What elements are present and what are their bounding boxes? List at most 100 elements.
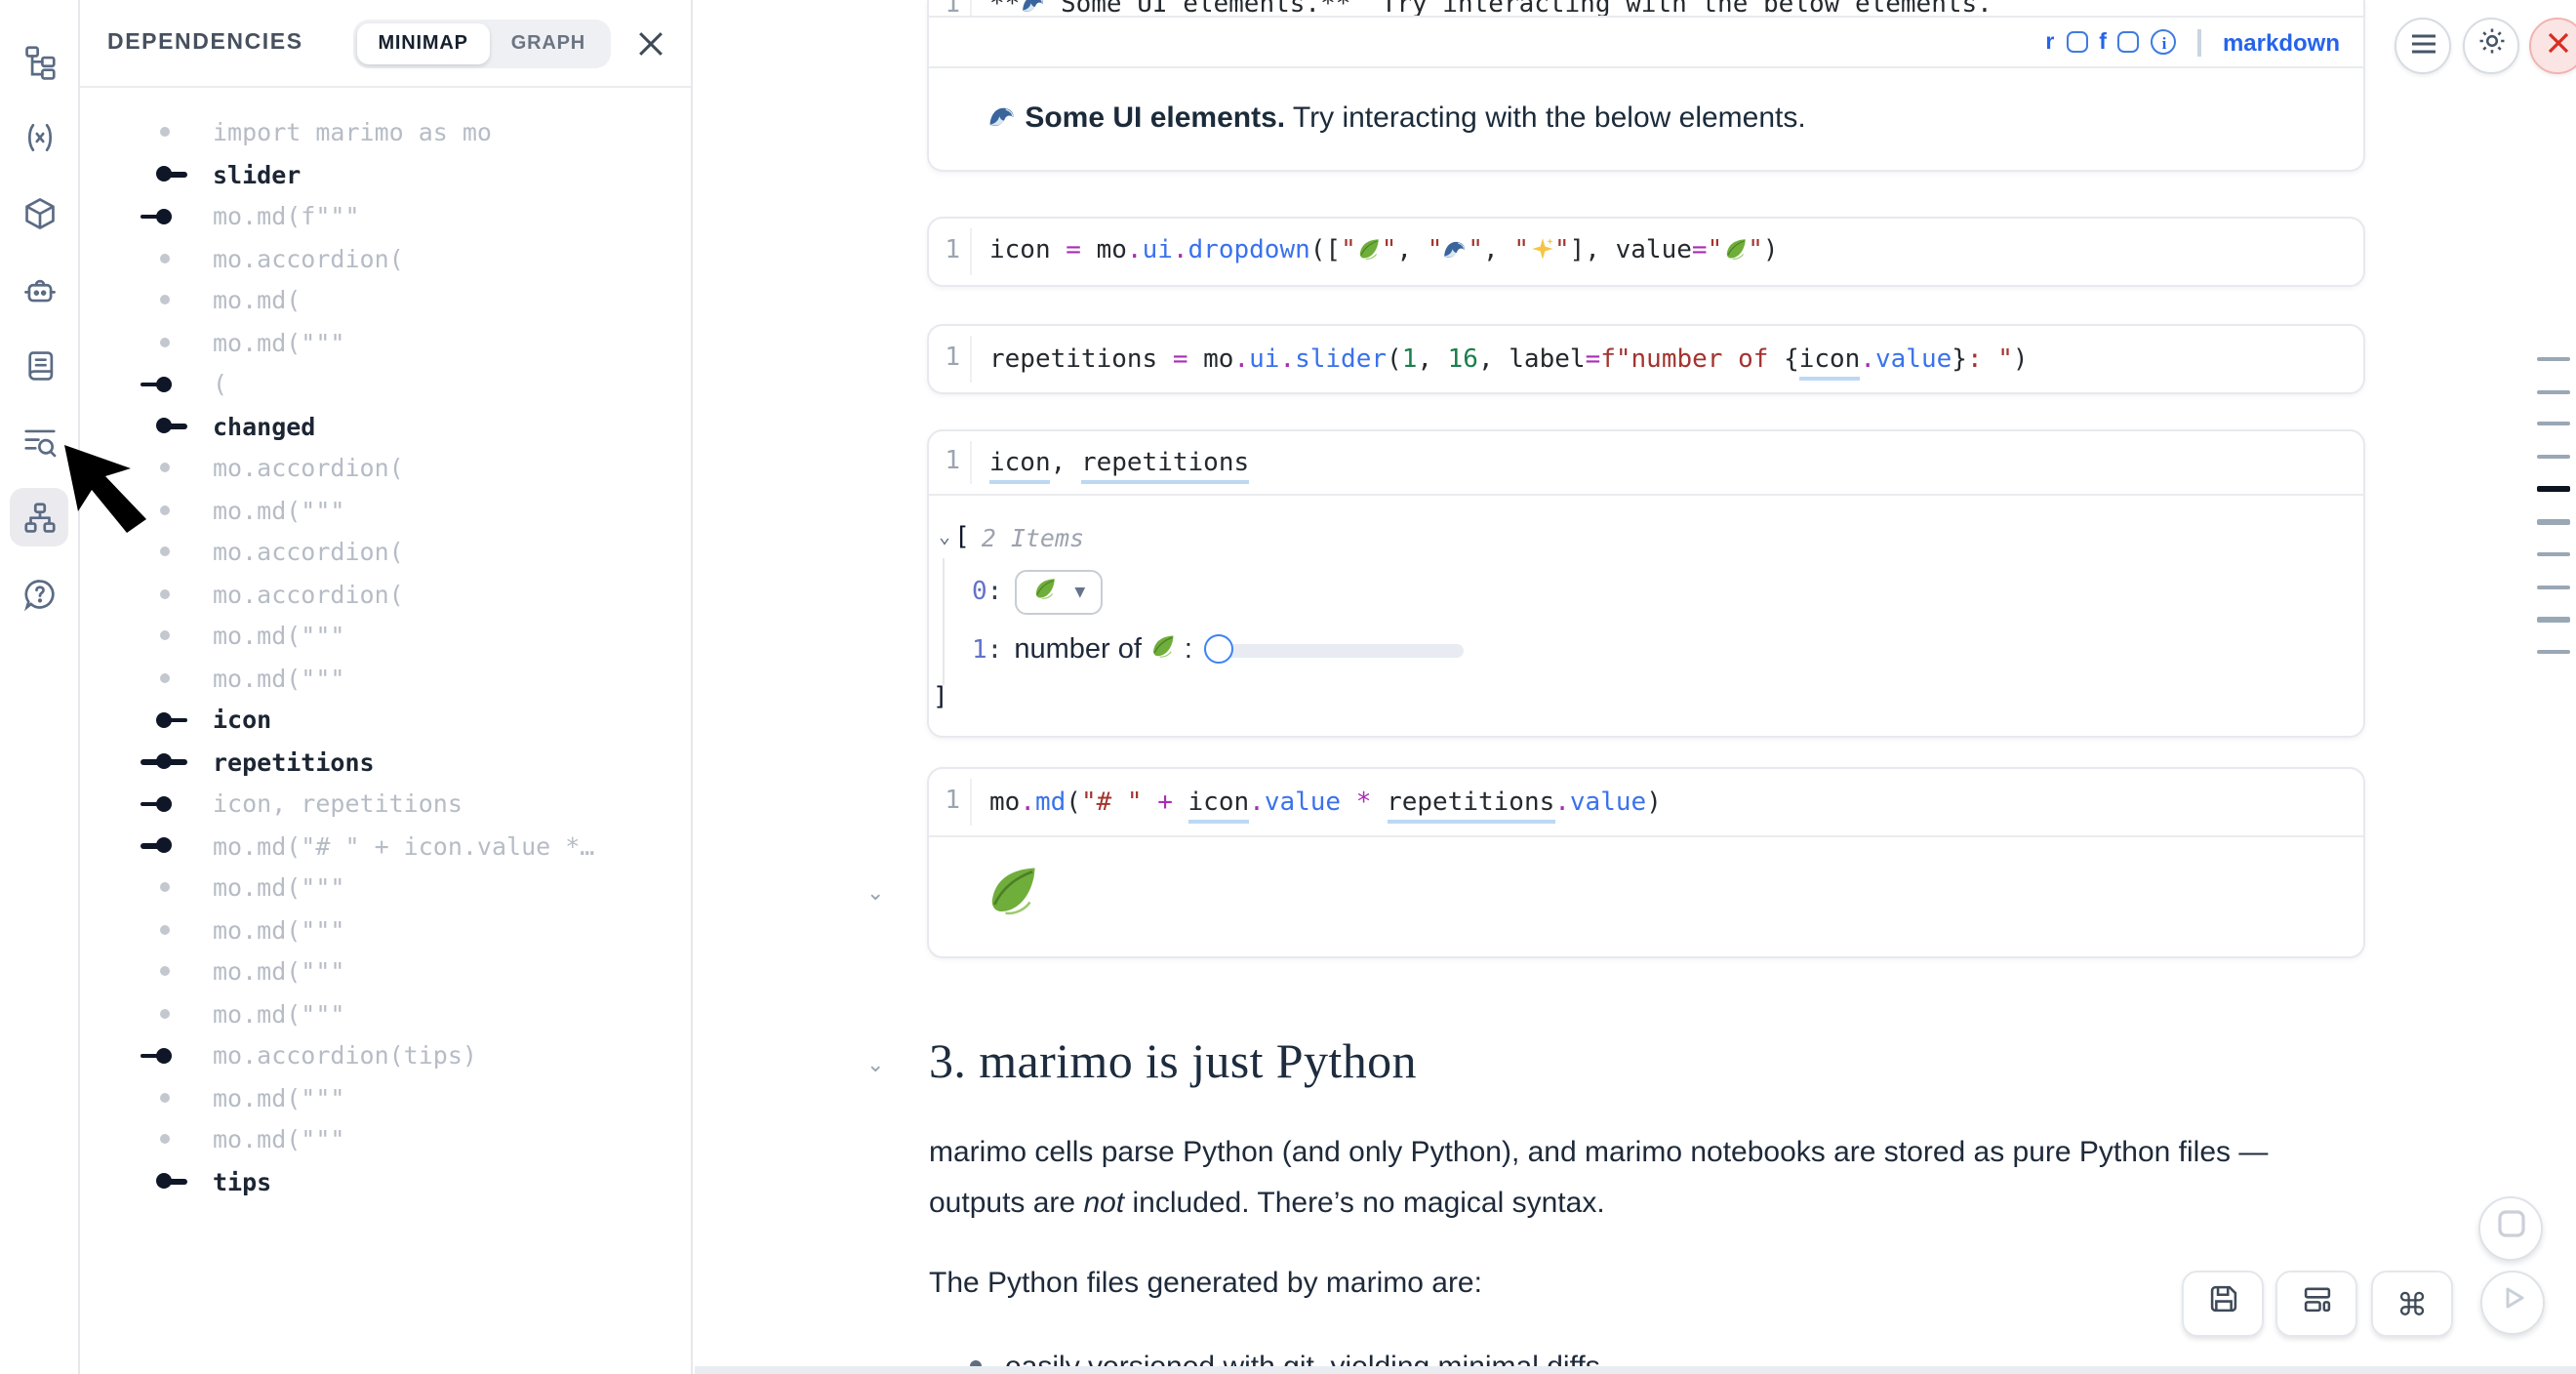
- cell-rail-dash[interactable]: [2537, 650, 2570, 655]
- cell-rail-dash[interactable]: [2537, 552, 2570, 557]
- bracket-close: ]: [933, 683, 948, 712]
- minimap-cell-row[interactable]: mo.md(""": [80, 1076, 691, 1118]
- code-line[interactable]: repetitions = mo.ui.slider(1, 16, label=…: [972, 344, 2029, 374]
- f-string-checkbox[interactable]: [2118, 31, 2140, 53]
- code-cell-dropdown-def[interactable]: 1 icon = mo.ui.dropdown([" ", " ", " "],…: [927, 217, 2365, 287]
- layout-button[interactable]: [2275, 1271, 2357, 1337]
- markdown-cell-top[interactable]: 1 ** Some UI elements.** Try interacting…: [927, 0, 2365, 172]
- code-line[interactable]: ** Some UI elements.** Try interacting w…: [972, 0, 1992, 18]
- code-cell-md-expression[interactable]: 1 mo.md("# " + icon.value * repetitions.…: [927, 767, 2365, 958]
- keyboard-shortcuts-button[interactable]: ⌘: [2371, 1271, 2453, 1337]
- cell-link-marker-icon: [139, 167, 189, 182]
- sidebar-button-packages[interactable]: [10, 183, 68, 242]
- slider-thumb[interactable]: [1204, 634, 1233, 664]
- collapse-chevron-icon[interactable]: ⌄: [939, 527, 950, 548]
- cell-dot-icon: [139, 673, 189, 683]
- slider-widget[interactable]: [1204, 634, 1464, 666]
- minimap-cell-row[interactable]: mo.accordion(: [80, 237, 691, 279]
- minimap-cell-label: mo.accordion(: [213, 454, 404, 483]
- sparkle-emoji: [1529, 235, 1554, 268]
- dropdown-widget[interactable]: ▼: [1014, 570, 1103, 615]
- cell-link-marker-icon: [139, 796, 189, 812]
- minimap-cell-row[interactable]: mo.accordion(: [80, 573, 691, 615]
- minimap-cell-label: import marimo as mo: [213, 118, 492, 147]
- minimap-cell-row[interactable]: mo.md(""": [80, 615, 691, 657]
- language-markdown-label[interactable]: markdown: [2223, 28, 2340, 56]
- slider-track[interactable]: [1218, 643, 1464, 657]
- r-string-checkbox[interactable]: [2066, 31, 2087, 53]
- cell-link-marker-icon: [139, 419, 189, 434]
- minimap-cell-row[interactable]: mo.accordion(tips): [80, 1034, 691, 1076]
- cell-rail-dash[interactable]: [2537, 357, 2570, 362]
- cell-dot-icon: [139, 589, 189, 599]
- cell-output-area: ⌄ [ 2 Items 0 : ▼ 1: [929, 494, 2363, 736]
- minimap-cell-label: slider: [213, 160, 301, 189]
- minimap-cell-label: mo.md(""": [213, 622, 344, 651]
- minimap-cell-row[interactable]: icon: [80, 699, 691, 741]
- info-icon[interactable]: i: [2152, 29, 2177, 55]
- minimap-cell-row[interactable]: mo.md(""": [80, 909, 691, 950]
- tab-graph[interactable]: GRAPH: [490, 22, 607, 63]
- minimap-cell-label: mo.md(""": [213, 873, 344, 903]
- sidebar-button-dependencies[interactable]: [10, 488, 68, 546]
- sidebar-button-snippets-search[interactable]: [10, 412, 68, 470]
- cell-link-marker-icon: [139, 838, 189, 854]
- save-button[interactable]: [2182, 1271, 2264, 1337]
- cell-rail-dash[interactable]: [2537, 455, 2570, 460]
- sidebar-button-variables[interactable]: [10, 107, 68, 166]
- minimap-cell-row[interactable]: import marimo as mo: [80, 111, 691, 153]
- minimap-cell-row[interactable]: icon, repetitions: [80, 783, 691, 825]
- cell-rail-dash[interactable]: [2537, 422, 2570, 426]
- settings-button[interactable]: [2463, 18, 2519, 74]
- minimap-cell-label: mo.md(""": [213, 957, 344, 987]
- clipped-code-editor[interactable]: 1 ** Some UI elements.** Try interacting…: [929, 0, 2363, 18]
- minimap-cell-row[interactable]: (: [80, 363, 691, 405]
- cell-rail-dash[interactable]: [2537, 618, 2570, 623]
- items-count-label: 2 Items: [982, 523, 1084, 552]
- minimap-cell-row[interactable]: mo.md(""": [80, 1118, 691, 1160]
- minimap-cell-label: mo.md(""": [213, 1125, 344, 1154]
- collapse-chevron-icon[interactable]: ⌄: [866, 1052, 884, 1077]
- minimap-graph-tabs: MINIMAPGRAPH: [352, 19, 611, 67]
- minimap-cell-row[interactable]: mo.md(""": [80, 992, 691, 1034]
- code-line[interactable]: mo.md("# " + icon.value * repetitions.va…: [972, 788, 1662, 817]
- close-panel-button[interactable]: [628, 21, 671, 64]
- minimap-cell-row[interactable]: mo.md(""": [80, 321, 691, 363]
- minimap-cell-row[interactable]: mo.md(""": [80, 867, 691, 909]
- minimap-cell-row[interactable]: tips: [80, 1160, 691, 1202]
- line-number: 1: [929, 336, 972, 383]
- cell-link-marker-icon: [139, 377, 189, 392]
- code-cell-tuple[interactable]: 1 icon, repetitions ⌄ [ 2 Items 0 :: [927, 429, 2365, 738]
- minimap-cell-row[interactable]: mo.md("# " + icon.value *…: [80, 825, 691, 867]
- cell-dot-icon: [139, 967, 189, 977]
- dependencies-panel-header: DEPENDENCIES MINIMAPGRAPH: [80, 0, 691, 88]
- cell-rail-dash[interactable]: [2537, 389, 2570, 394]
- cell-rail-dash[interactable]: [2537, 585, 2570, 589]
- minimap-cell-row[interactable]: repetitions: [80, 741, 691, 783]
- sidebar-button-help[interactable]: [10, 564, 68, 623]
- minimap-cell-row[interactable]: mo.md(: [80, 279, 691, 321]
- cell-position-rail[interactable]: [2537, 357, 2570, 682]
- cell-rail-dash[interactable]: [2537, 520, 2570, 525]
- toolbar-divider: [2198, 28, 2201, 56]
- code-line[interactable]: icon = mo.ui.dropdown([" ", " ", " "], v…: [972, 235, 1779, 268]
- code-line[interactable]: icon, repetitions: [972, 448, 1249, 477]
- minimap-cell-row[interactable]: mo.md(f""": [80, 195, 691, 237]
- code-cell-slider-def[interactable]: 1 repetitions = mo.ui.slider(1, 16, labe…: [927, 324, 2365, 394]
- section-heading: 3. marimo is just Python: [929, 1036, 1417, 1091]
- minimap-cell-row[interactable]: mo.md(""": [80, 657, 691, 699]
- leaf-emoji: [1356, 235, 1382, 268]
- minimap-cell-row[interactable]: slider: [80, 153, 691, 195]
- notebook-menu-button[interactable]: [2395, 18, 2451, 74]
- sidebar-button-logs[interactable]: [10, 336, 68, 394]
- cell-rail-dash-active[interactable]: [2537, 487, 2570, 493]
- minimap-cell-label: mo.md(""": [213, 999, 344, 1029]
- collapse-chevron-icon[interactable]: ⌄: [866, 880, 884, 906]
- tab-minimap[interactable]: MINIMAP: [356, 22, 489, 63]
- run-button[interactable]: [2480, 1271, 2545, 1335]
- minimap-cell-row[interactable]: mo.md(""": [80, 950, 691, 992]
- stop-button[interactable]: [2478, 1196, 2543, 1261]
- sidebar-button-ai-assistant[interactable]: [10, 260, 68, 318]
- cell-dot-icon: [139, 128, 189, 138]
- sidebar-button-file-explorer[interactable]: [10, 31, 68, 90]
